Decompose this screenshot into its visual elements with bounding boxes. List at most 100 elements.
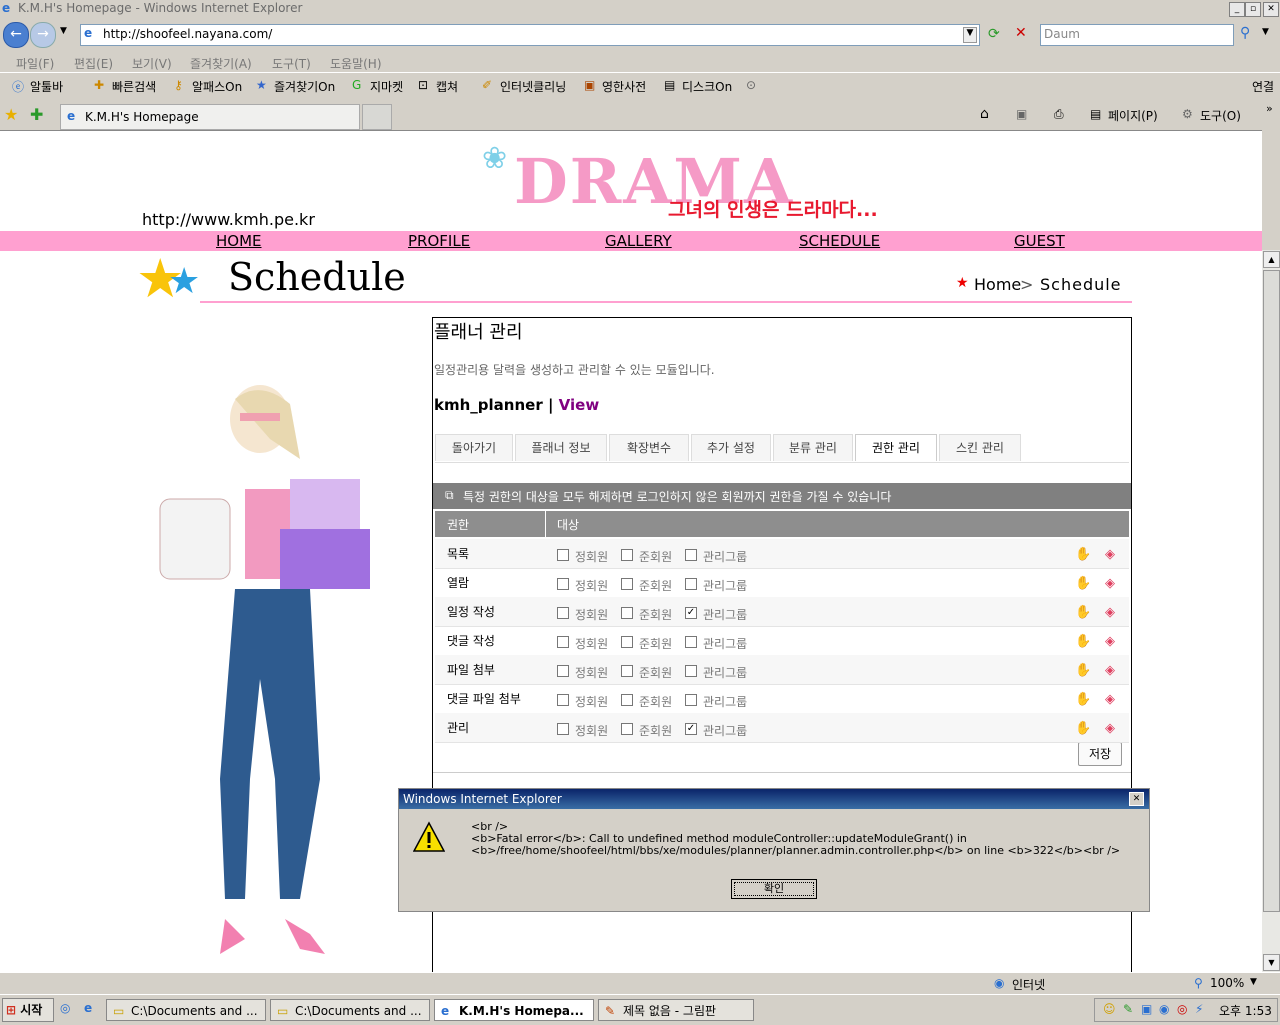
search-input[interactable]: Daum <box>1040 24 1234 46</box>
checkbox-associate[interactable] <box>621 665 633 677</box>
add-favorite-icon[interactable]: ✚ <box>30 105 43 124</box>
task-explorer-1[interactable]: ▭ C:\Documents and ... <box>106 999 266 1021</box>
history-dropdown-icon[interactable]: ▼ <box>60 26 67 36</box>
menu-favorites[interactable]: 즐겨찾기(A) <box>190 55 252 72</box>
dialog-close-button[interactable]: ✕ <box>1129 792 1144 806</box>
view-link[interactable]: View <box>559 396 600 414</box>
checkbox-regular[interactable] <box>557 694 569 706</box>
quicklaunch-icon[interactable]: ◎ <box>60 1001 70 1015</box>
eraser-icon[interactable]: ◈ <box>1105 721 1115 736</box>
stop-icon[interactable]: ✕ <box>1015 25 1027 41</box>
tab-planner-info[interactable]: 플래너 정보 <box>515 434 607 461</box>
checkbox-admin[interactable] <box>685 549 697 561</box>
checkbox-regular[interactable] <box>557 607 569 619</box>
checkbox-regular[interactable] <box>557 636 569 648</box>
start-button[interactable]: ⊞ 시작 <box>2 998 54 1022</box>
link-cleaning[interactable]: 인터넷클리닝 <box>500 78 566 95</box>
menu-help[interactable]: 도움말(H) <box>330 55 382 72</box>
eraser-icon[interactable]: ◈ <box>1105 634 1115 649</box>
nav-schedule[interactable]: SCHEDULE <box>799 232 880 250</box>
tab-extra-vars[interactable]: 확장변수 <box>609 434 689 461</box>
checkbox-admin[interactable] <box>685 694 697 706</box>
link-gmarket[interactable]: 지마켓 <box>370 78 403 95</box>
new-tab-button[interactable] <box>362 104 392 130</box>
select-all-hand-icon[interactable]: ✋ <box>1075 547 1091 562</box>
checkbox-associate[interactable] <box>621 607 633 619</box>
nav-guest[interactable]: GUEST <box>1014 232 1065 250</box>
task-explorer-2[interactable]: ▭ C:\Documents and ... <box>270 999 430 1021</box>
tab-back[interactable]: 돌아가기 <box>435 434 513 461</box>
checkbox-associate[interactable] <box>621 636 633 648</box>
favorites-center-icon[interactable]: ★ <box>4 105 18 124</box>
checkbox-admin[interactable] <box>685 665 697 677</box>
scroll-up-arrow-icon[interactable]: ▲ <box>1263 251 1280 268</box>
nav-profile[interactable]: PROFILE <box>408 232 470 250</box>
checkbox-regular[interactable] <box>557 578 569 590</box>
breadcrumb-home[interactable]: Home <box>974 275 1021 294</box>
link-quicksearch[interactable]: 빠른검색 <box>112 78 156 95</box>
page-menu[interactable]: 페이지(P) <box>1108 107 1158 124</box>
checkbox-associate[interactable] <box>621 694 633 706</box>
nav-gallery[interactable]: GALLERY <box>605 232 672 250</box>
tab-additional-settings[interactable]: 추가 설정 <box>691 434 771 461</box>
eraser-icon[interactable]: ◈ <box>1105 547 1115 562</box>
menu-view[interactable]: 보기(V) <box>132 55 172 72</box>
link-alpass[interactable]: 알패스On <box>192 78 242 95</box>
ok-button[interactable]: 확인 <box>731 879 817 899</box>
menu-edit[interactable]: 편집(E) <box>74 55 113 72</box>
menu-file[interactable]: 파일(F) <box>16 55 54 72</box>
more-links-icon[interactable]: ⊙ <box>746 78 756 92</box>
tab-permissions[interactable]: 권한 관리 <box>855 434 937 461</box>
nav-home[interactable]: HOME <box>216 232 262 250</box>
link-dictionary[interactable]: 영한사전 <box>602 78 646 95</box>
scroll-down-arrow-icon[interactable]: ▼ <box>1263 954 1280 971</box>
checkbox-admin[interactable] <box>685 578 697 590</box>
tools-menu[interactable]: 도구(O) <box>1200 107 1241 124</box>
checkbox-admin[interactable] <box>685 636 697 648</box>
tray-icon-4[interactable]: ◉ <box>1159 1002 1169 1016</box>
chevron-more-icon[interactable]: » <box>1266 102 1273 115</box>
page-scrollbar[interactable]: ▲ ▼ <box>1262 250 1280 972</box>
eraser-icon[interactable]: ◈ <box>1105 663 1115 678</box>
task-paint[interactable]: ✎ 제목 없음 - 그림판 <box>598 999 754 1021</box>
tray-icon-2[interactable]: ✎ <box>1123 1002 1133 1016</box>
checkbox-regular[interactable] <box>557 723 569 735</box>
address-bar[interactable]: e http://shoofeel.nayana.com/ ▼ <box>80 24 980 46</box>
connect-label[interactable]: 연결 <box>1252 78 1274 95</box>
select-all-hand-icon[interactable]: ✋ <box>1075 634 1091 649</box>
tab-skin[interactable]: 스킨 관리 <box>939 434 1021 461</box>
eraser-icon[interactable]: ◈ <box>1105 576 1115 591</box>
checkbox-admin[interactable]: ✓ <box>685 723 697 735</box>
checkbox-associate[interactable] <box>621 723 633 735</box>
select-all-hand-icon[interactable]: ✋ <box>1075 663 1091 678</box>
link-altoolbar[interactable]: 알툴바 <box>30 78 63 95</box>
select-all-hand-icon[interactable]: ✋ <box>1075 576 1091 591</box>
select-all-hand-icon[interactable]: ✋ <box>1075 721 1091 736</box>
scroll-thumb[interactable] <box>1263 270 1280 912</box>
home-icon[interactable]: ⌂ <box>980 106 989 122</box>
select-all-hand-icon[interactable]: ✋ <box>1075 605 1091 620</box>
menu-tools[interactable]: 도구(T) <box>272 55 311 72</box>
checkbox-regular[interactable] <box>557 665 569 677</box>
zoom-level[interactable]: 100% <box>1210 976 1244 990</box>
close-button[interactable]: ✕ <box>1263 2 1279 17</box>
maximize-button[interactable]: ▫ <box>1245 2 1261 17</box>
search-options-icon[interactable]: ▼ <box>1262 27 1269 37</box>
checkbox-associate[interactable] <box>621 578 633 590</box>
task-ie-active[interactable]: e K.M.H's Homepa... <box>434 999 594 1021</box>
eraser-icon[interactable]: ◈ <box>1105 605 1115 620</box>
checkbox-admin[interactable]: ✓ <box>685 607 697 619</box>
zoom-dropdown-icon[interactable]: ▼ <box>1250 977 1257 987</box>
tray-icon-1[interactable]: ☺ <box>1103 1002 1116 1016</box>
checkbox-associate[interactable] <box>621 549 633 561</box>
tab-category[interactable]: 분류 관리 <box>773 434 853 461</box>
address-dropdown-icon[interactable]: ▼ <box>963 27 977 43</box>
eraser-icon[interactable]: ◈ <box>1105 692 1115 707</box>
minimize-button[interactable]: _ <box>1229 2 1245 17</box>
back-button[interactable]: ← <box>3 22 29 48</box>
save-button[interactable]: 저장 <box>1078 742 1122 766</box>
link-capture[interactable]: 캡쳐 <box>436 78 458 95</box>
checkbox-regular[interactable] <box>557 549 569 561</box>
tray-icon-5[interactable]: ◎ <box>1177 1002 1187 1016</box>
link-favon[interactable]: 즐겨찾기On <box>274 78 335 95</box>
